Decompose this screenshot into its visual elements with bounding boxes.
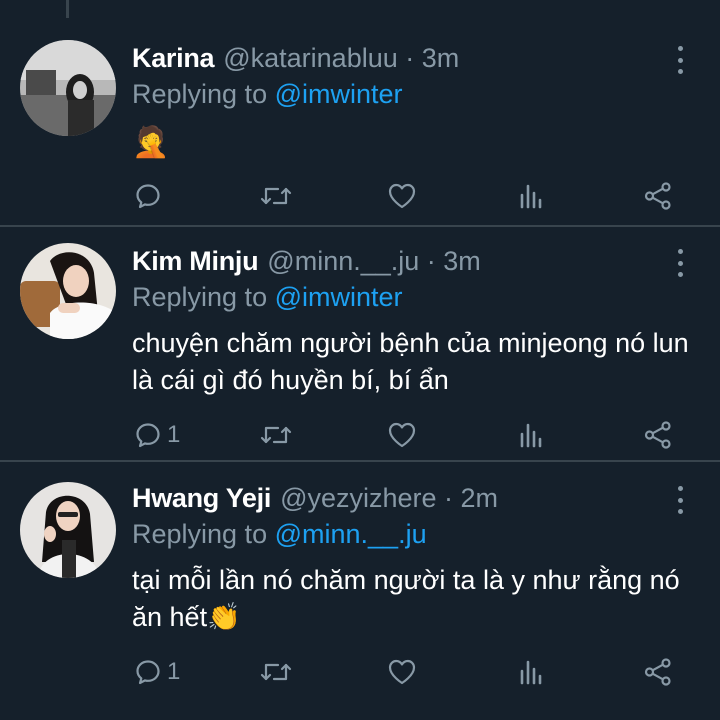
- tweet-header: Karina @katarinabluu · 3m: [132, 38, 459, 78]
- more-icon[interactable]: [670, 247, 690, 279]
- display-name[interactable]: Hwang Yeji: [132, 478, 271, 518]
- tweet-text: chuyện chăm người bệnh của minjeong nó l…: [132, 328, 689, 395]
- replying-to: Replying to @imwinter: [132, 277, 403, 317]
- replying-to-label: Replying to: [132, 282, 268, 312]
- like-icon: [388, 422, 416, 448]
- avatar[interactable]: [20, 40, 116, 136]
- replying-to-label: Replying to: [132, 519, 268, 549]
- retweet-button[interactable]: [260, 654, 292, 690]
- handle-and-time[interactable]: @yezyizhere · 2m: [280, 478, 498, 518]
- like-icon: [388, 183, 416, 209]
- replying-to-link[interactable]: @imwinter: [275, 282, 403, 312]
- tweet-actions: [132, 178, 692, 214]
- reply-icon: [136, 423, 160, 448]
- handle-and-time[interactable]: @katarinabluu · 3m: [223, 38, 459, 78]
- tweet-actions: 1: [132, 654, 692, 690]
- retweet-icon: [260, 663, 292, 681]
- more-icon[interactable]: [670, 44, 690, 76]
- avatar[interactable]: [20, 482, 116, 578]
- replying-to: Replying to @imwinter: [132, 74, 403, 114]
- tweet-header: Hwang Yeji @yezyizhere · 2m: [132, 478, 498, 518]
- tweet-hwang-yeji[interactable]: Hwang Yeji @yezyizhere · 2m Replying to …: [0, 462, 720, 720]
- tweet-actions: 1: [132, 417, 692, 453]
- retweet-button[interactable]: [260, 178, 292, 214]
- share-icon: [644, 182, 671, 210]
- replying-to-label: Replying to: [132, 79, 268, 109]
- reply-icon: [136, 660, 160, 685]
- replying-to-link[interactable]: @minn.__.ju: [275, 519, 427, 549]
- more-icon[interactable]: [670, 484, 690, 516]
- reply-count: 1: [167, 658, 181, 685]
- analytics-icon: [520, 184, 542, 209]
- tweet-text: tại mỗi lần nó chăm người ta là y như rằ…: [132, 565, 680, 632]
- like-button[interactable]: [388, 654, 416, 690]
- like-icon: [388, 659, 416, 685]
- replying-to: Replying to @minn.__.ju: [132, 514, 427, 554]
- replying-to-link[interactable]: @imwinter: [275, 79, 403, 109]
- analytics-icon: [520, 660, 542, 685]
- analytics-button[interactable]: [518, 178, 544, 214]
- reply-button[interactable]: 1: [135, 654, 180, 690]
- share-icon: [644, 421, 671, 449]
- share-icon: [644, 658, 671, 686]
- like-button[interactable]: [388, 417, 416, 453]
- retweet-button[interactable]: [260, 417, 292, 453]
- like-button[interactable]: [388, 178, 416, 214]
- retweet-icon: [260, 426, 292, 444]
- tweet-karina[interactable]: Karina @katarinabluu · 3m Replying to @i…: [0, 0, 720, 226]
- display-name[interactable]: Karina: [132, 38, 215, 78]
- tweet-text: 🤦: [132, 126, 170, 159]
- share-button[interactable]: [644, 178, 672, 214]
- reply-count: 1: [167, 421, 181, 448]
- tweet-header: Kim Minju @minn.__.ju · 3m: [132, 241, 481, 281]
- retweet-icon: [260, 187, 292, 205]
- share-button[interactable]: [644, 417, 672, 453]
- reply-button[interactable]: [135, 178, 167, 214]
- analytics-icon: [520, 423, 542, 448]
- reply-icon: [136, 184, 160, 209]
- display-name[interactable]: Kim Minju: [132, 241, 259, 281]
- avatar[interactable]: [20, 243, 116, 339]
- reply-button[interactable]: 1: [135, 417, 180, 453]
- analytics-button[interactable]: [518, 417, 544, 453]
- share-button[interactable]: [644, 654, 672, 690]
- analytics-button[interactable]: [518, 654, 544, 690]
- tweet-kim-minju[interactable]: Kim Minju @minn.__.ju · 3m Replying to @…: [0, 227, 720, 460]
- handle-and-time[interactable]: @minn.__.ju · 3m: [267, 241, 480, 281]
